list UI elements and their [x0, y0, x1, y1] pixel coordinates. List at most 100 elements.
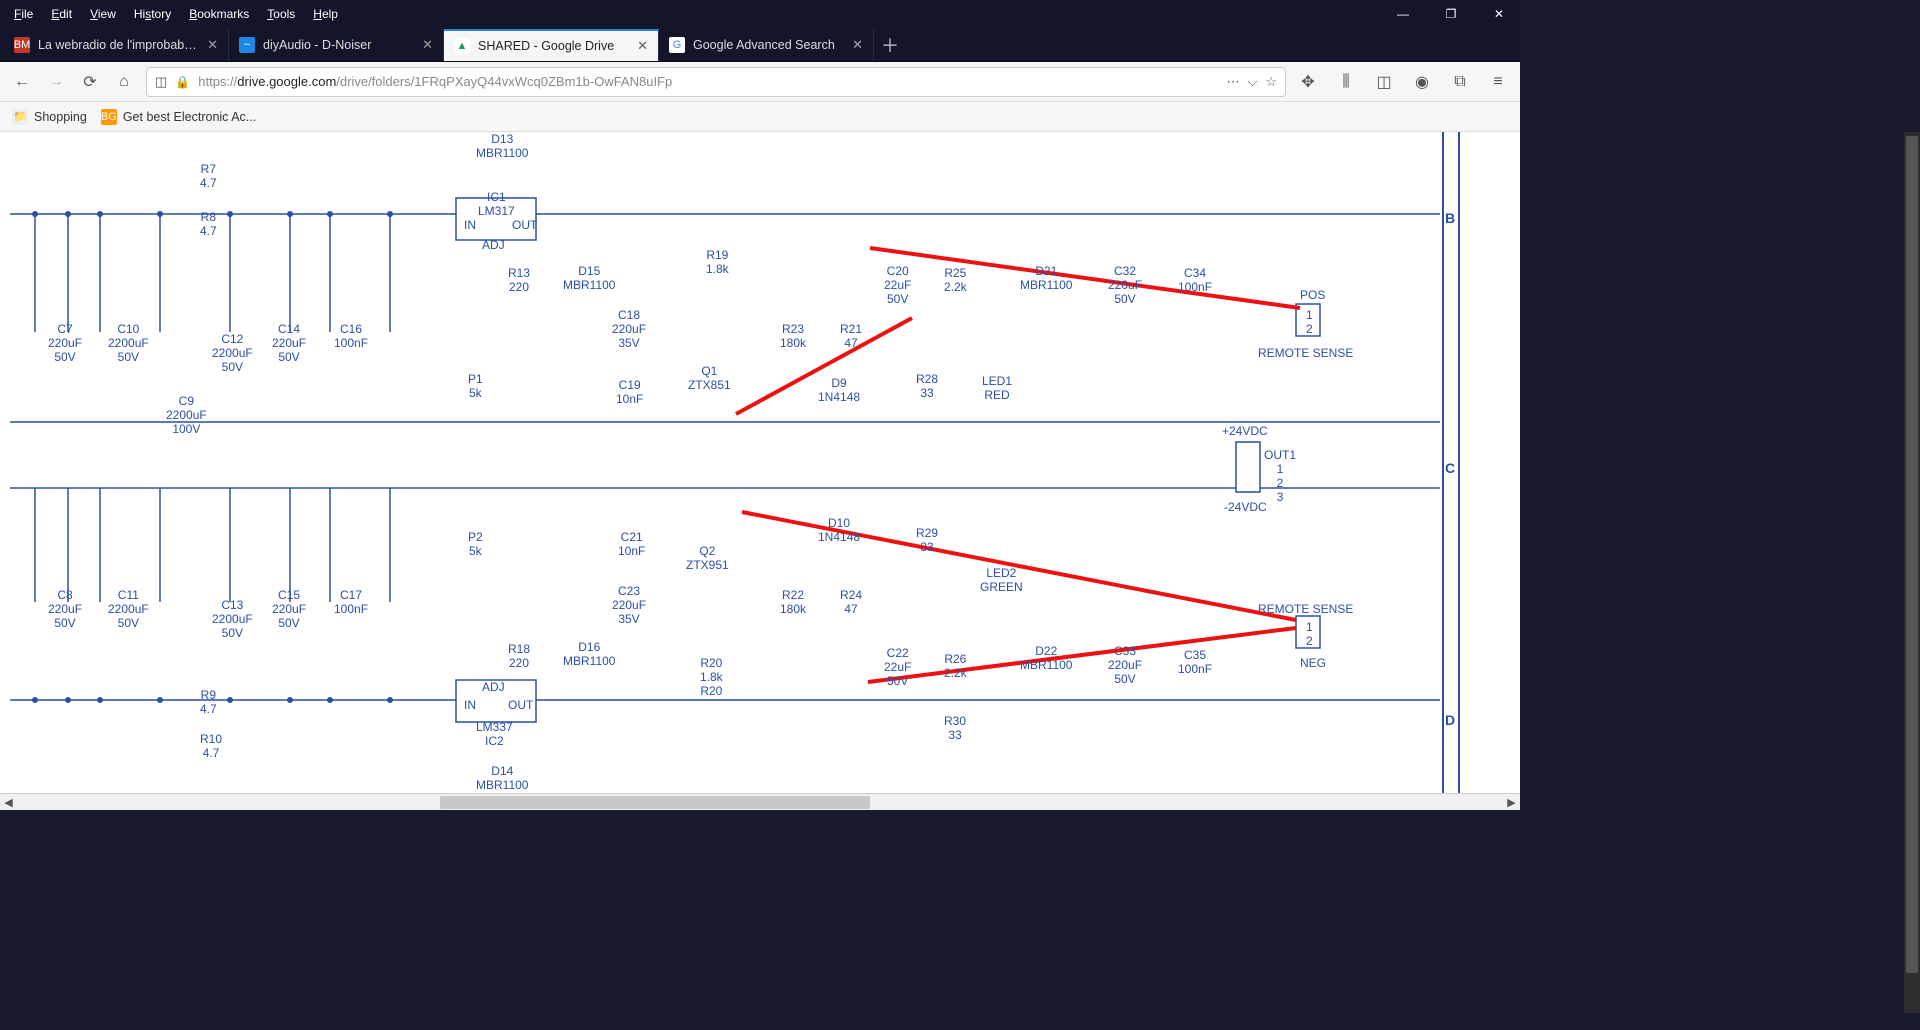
url-path: /drive/folders/1FRqPXayQ44vxWcq0ZBm1b-Ow…: [336, 74, 672, 89]
component-label-c7: C7 220uF 50V: [48, 322, 82, 364]
scroll-left-arrow-icon[interactable]: ◀: [0, 794, 17, 811]
browser-tab[interactable]: ▲ SHARED - Google Drive ✕: [444, 29, 659, 61]
tab-label: Google Advanced Search: [693, 38, 844, 52]
new-tab-button[interactable]: ＋: [874, 32, 906, 58]
menu-tools[interactable]: Tools: [259, 3, 303, 25]
bookmark-star-icon[interactable]: ☆: [1265, 74, 1277, 90]
component-label-d21: D21 MBR1100: [1020, 264, 1072, 292]
window-minimize-button[interactable]: —: [1388, 7, 1418, 21]
component-label-c11: C11 2200uF 50V: [108, 588, 149, 630]
menu-file[interactable]: File: [6, 3, 41, 25]
component-label-r30: R30 33: [944, 714, 966, 742]
component-label-r25: R25 2.2k: [944, 266, 967, 294]
window-maximize-button[interactable]: ❐: [1436, 7, 1466, 21]
component-label-c18: C18 220uF 35V: [612, 308, 646, 350]
component-label-remsense2: REMOTE SENSE: [1258, 602, 1353, 616]
vertical-scrollbar[interactable]: [1904, 132, 1920, 1013]
component-label-c14: C14 220uF 50V: [272, 322, 306, 364]
ic1-pin-adj: ADJ: [482, 238, 505, 252]
tab-label: La webradio de l'improbable e: [38, 38, 199, 52]
scroll-right-arrow-icon[interactable]: ▶: [1503, 794, 1520, 811]
reload-button[interactable]: ⟳: [78, 70, 102, 94]
tab-close-icon[interactable]: ✕: [422, 37, 433, 53]
account-icon[interactable]: ◉: [1410, 70, 1434, 94]
component-label-r9: R9 4.7: [200, 688, 217, 716]
component-label-d22: D22 MBR1100: [1020, 644, 1072, 672]
ic2-pin-out: OUT: [508, 698, 533, 712]
component-label-c22: C22 22uF 50V: [884, 646, 911, 688]
tab-favicon-icon: ▲: [454, 38, 470, 54]
menu-edit[interactable]: Edit: [43, 3, 80, 25]
component-label-c32: C32 220uF 50V: [1108, 264, 1142, 306]
tab-label: SHARED - Google Drive: [478, 39, 629, 53]
component-label-d9: D9 1N4148: [818, 376, 860, 404]
ic2-pin-in: IN: [464, 698, 476, 712]
bookmark-item[interactable]: BGGet best Electronic Ac...: [101, 109, 256, 125]
app-menu-icon[interactable]: ≡: [1486, 70, 1510, 94]
component-label-d13: D13 MBR1100: [476, 132, 528, 160]
browser-tab[interactable]: GGoogle Advanced Search✕: [659, 29, 874, 61]
pocket-icon[interactable]: ✥: [1296, 70, 1320, 94]
tab-close-icon[interactable]: ✕: [637, 38, 648, 54]
back-button[interactable]: ←: [10, 70, 34, 94]
component-label-c23: C23 220uF 35V: [612, 584, 646, 626]
extension-icon[interactable]: ⧉: [1448, 70, 1472, 94]
component-label-c10: C10 2200uF 50V: [108, 322, 149, 364]
component-label-c33: C33 220uF 50V: [1108, 644, 1142, 686]
page-actions-ellipsis-icon[interactable]: ⋯: [1226, 74, 1239, 90]
component-label-r20: R20 1.8k R20: [700, 656, 723, 698]
home-button[interactable]: ⌂: [112, 70, 136, 94]
component-label-c21: C21 10nF: [618, 530, 645, 558]
tab-close-icon[interactable]: ✕: [207, 37, 218, 53]
component-label-r28: R28 33: [916, 372, 938, 400]
component-label-q1: Q1 ZTX851: [688, 364, 731, 392]
component-label-r23: R23 180k: [780, 322, 806, 350]
ic1-pin-out: OUT: [512, 218, 537, 232]
browser-tab[interactable]: ~diyAudio - D-Noiser✕: [229, 29, 444, 61]
nav-toolbar: ← → ⟳ ⌂ ◫ 🔒 https://drive.google.com/dri…: [0, 62, 1520, 102]
schematic-svg: [0, 132, 1460, 792]
component-label-r8: R8 4.7: [200, 210, 217, 238]
component-label-c16: C16 100nF: [334, 322, 368, 350]
component-label-ic2: LM337 IC2: [476, 720, 513, 748]
library-icon[interactable]: ⫼: [1334, 70, 1358, 94]
ic2-pin-adj: ADJ: [482, 680, 505, 694]
bookmarks-bar: 📁Shopping BGGet best Electronic Ac...: [0, 102, 1520, 132]
menu-help[interactable]: Help: [305, 3, 346, 25]
component-label-c20: C20 22uF 50V: [884, 264, 911, 306]
component-label-out1_u: +24VDC: [1222, 424, 1268, 438]
bookmark-item[interactable]: 📁Shopping: [12, 109, 87, 125]
vscroll-thumb[interactable]: [1906, 136, 1918, 973]
menu-view[interactable]: View: [82, 3, 124, 25]
lock-icon[interactable]: 🔒: [175, 75, 190, 89]
component-label-r10: R10 4.7: [200, 732, 222, 760]
scroll-thumb[interactable]: [440, 796, 870, 809]
component-label-r18: R18 220: [508, 642, 530, 670]
component-label-p2: P2 5k: [468, 530, 483, 558]
reader-mode-icon[interactable]: ⌵: [1247, 74, 1257, 90]
tracking-shield-icon[interactable]: ◫: [155, 74, 167, 90]
menu-bookmarks[interactable]: Bookmarks: [181, 3, 257, 25]
component-label-out1: OUT1 1 2 3: [1264, 448, 1296, 504]
component-label-c8: C8 220uF 50V: [48, 588, 82, 630]
component-label-p1: P1 5k: [468, 372, 483, 400]
component-label-pos: POS: [1300, 288, 1325, 302]
horizontal-scrollbar[interactable]: ◀ ▶: [0, 793, 1520, 810]
component-label-d15: D15 MBR1100: [563, 264, 615, 292]
component-label-d14: D14 MBR1100: [476, 764, 528, 792]
component-label-c9: C9 2200uF 100V: [166, 394, 207, 436]
component-label-ic1: IC1 LM317: [478, 190, 515, 218]
page-content[interactable]: BCD: [0, 132, 1520, 793]
sidebar-icon[interactable]: ◫: [1372, 70, 1396, 94]
forward-button[interactable]: →: [44, 70, 68, 94]
menu-history[interactable]: History: [126, 3, 179, 25]
tab-label: diyAudio - D-Noiser: [263, 38, 414, 52]
component-label-led1: LED1 RED: [982, 374, 1012, 402]
component-label-c35: C35 100nF: [1178, 648, 1212, 676]
window-close-button[interactable]: ✕: [1484, 7, 1514, 21]
browser-tab[interactable]: BMLa webradio de l'improbable e✕: [4, 29, 229, 61]
url-bar[interactable]: ◫ 🔒 https://drive.google.com/drive/folde…: [146, 67, 1286, 97]
component-label-r13: R13 220: [508, 266, 530, 294]
bookmark-label: Get best Electronic Ac...: [123, 110, 256, 124]
tab-close-icon[interactable]: ✕: [852, 37, 863, 53]
